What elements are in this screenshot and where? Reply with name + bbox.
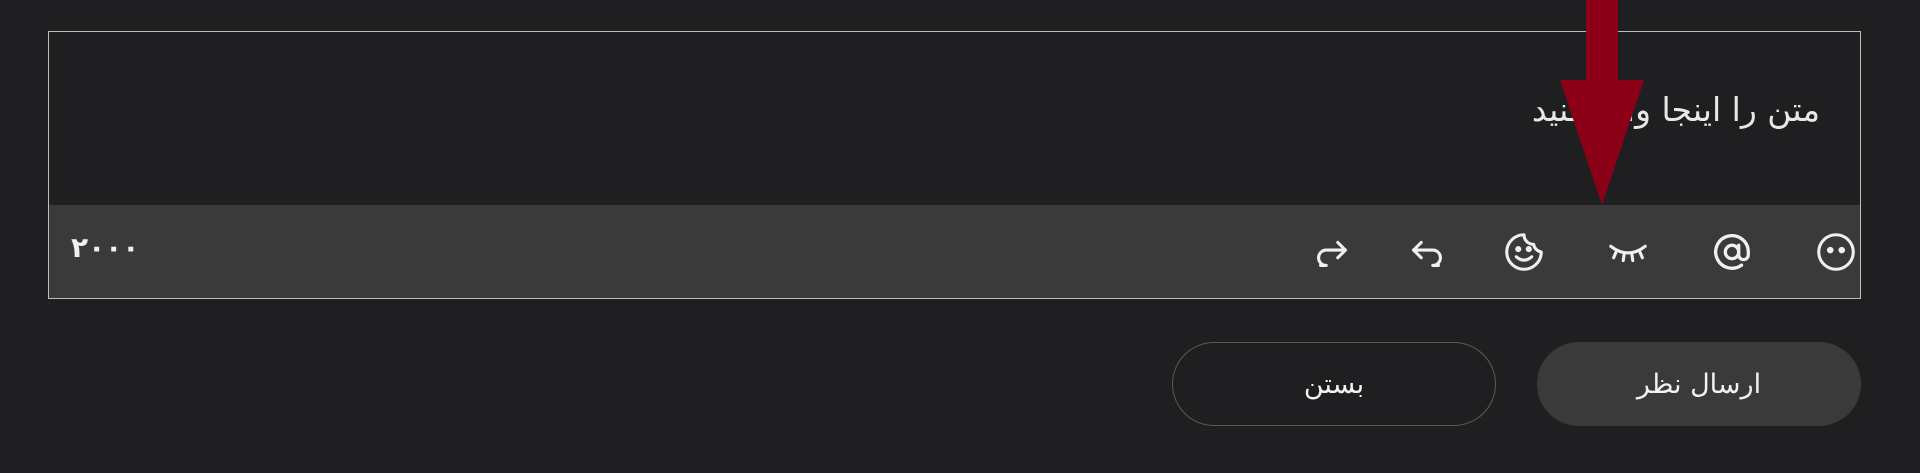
comment-placeholder: متن را اینجا وارد کنید <box>1531 90 1820 129</box>
redo-icon[interactable] <box>1307 227 1357 277</box>
send-comment-button[interactable]: ارسال نظر <box>1537 342 1861 426</box>
sticker-face-icon[interactable] <box>1499 227 1549 277</box>
editor-toolbar: ۲۰۰۰ <box>49 205 1860 298</box>
mention-at-icon[interactable] <box>1707 227 1757 277</box>
spoiler-eye-closed-icon[interactable] <box>1603 227 1653 277</box>
close-button-label: بستن <box>1303 368 1365 400</box>
comment-textarea[interactable]: متن را اینجا وارد کنید <box>49 32 1860 206</box>
close-button[interactable]: بستن <box>1172 342 1496 426</box>
char-counter: ۲۰۰۰ <box>71 231 140 264</box>
undo-icon[interactable] <box>1402 227 1452 277</box>
comment-editor: متن را اینجا وارد کنید ۲۰۰۰ <box>48 31 1861 299</box>
send-comment-button-label: ارسال نظر <box>1636 368 1762 400</box>
emoji-smile-icon[interactable] <box>1811 227 1861 277</box>
